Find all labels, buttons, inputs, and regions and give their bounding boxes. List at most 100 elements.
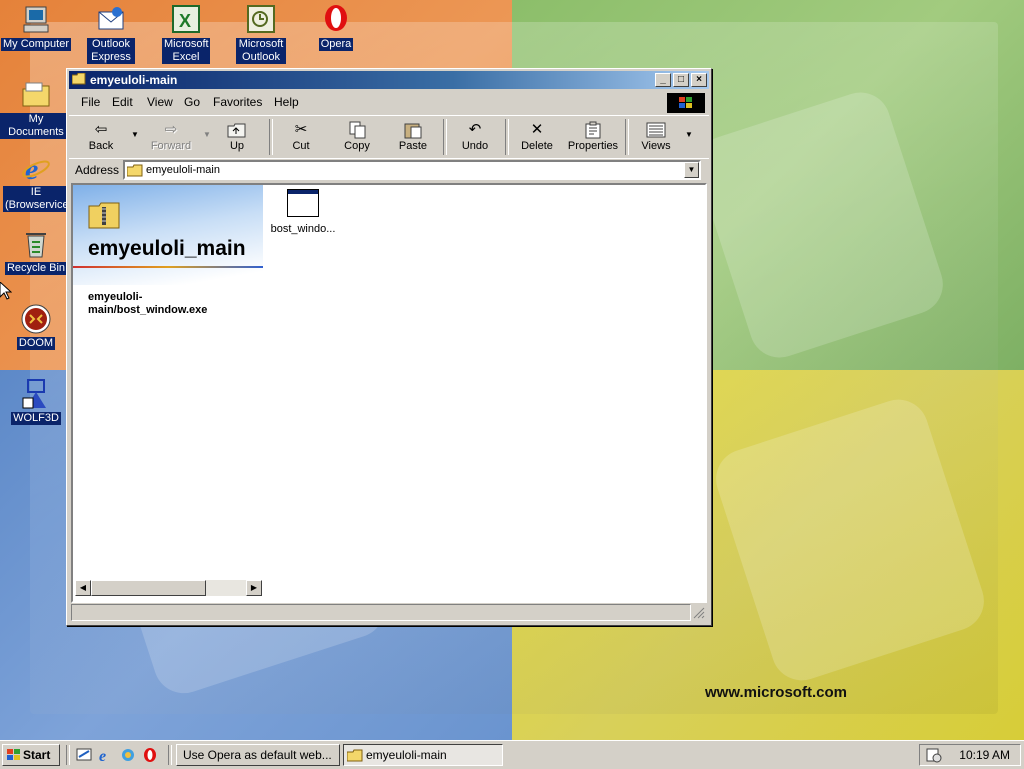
back-dropdown-icon[interactable]: ▼ [131,130,139,139]
toolbar-separator [505,119,509,155]
properties-button[interactable]: Properties [565,118,621,156]
opera-icon[interactable] [142,747,158,763]
undo-icon: ↶ [468,121,482,138]
close-button[interactable]: × [691,73,707,87]
opera-icon [320,4,352,36]
properties-icon [582,121,604,139]
minimize-button[interactable]: _ [655,73,671,87]
menu-edit[interactable]: Edit [112,95,133,109]
folder-icon [20,79,52,111]
taskbar-separator [66,745,70,765]
scrollbar-thumb[interactable] [91,580,206,596]
desktop-icon-outlook-express[interactable]: Outlook Express [75,4,147,64]
address-bar: Address emyeuloli-main ▼ [69,158,709,183]
toolbar-button-label: Forward [150,140,192,152]
channels-icon[interactable] [120,747,136,763]
desktop-icon-opera[interactable]: Opera [300,4,372,51]
status-pane [71,604,691,621]
address-label: Address [75,163,120,177]
undo-button[interactable]: ↶ Undo [453,118,497,156]
web-panel-background [73,185,263,285]
web-view-panel: emyeuloli_main emyeuloli-main/bost_windo… [73,185,263,601]
folder-title: emyeuloli_main [88,237,246,260]
forward-button[interactable]: ⇨ Forward [141,118,201,156]
scheduler-icon[interactable] [926,747,942,763]
windows-logo-icon [667,93,705,113]
start-button[interactable]: Start [2,744,60,766]
back-button[interactable]: ⇦ Back [75,118,127,156]
desktop-icon-my-computer[interactable]: My Computer [0,4,72,51]
window-titlebar[interactable]: emyeuloli-main _ □ × [69,71,709,89]
desktop-icon-doom[interactable]: DOOM [0,303,72,350]
file-item[interactable]: bost_windo... [263,189,343,235]
desktop-icon-outlook[interactable]: Microsoft Outlook [225,4,297,64]
menu-view[interactable]: View [147,95,173,109]
toolbar-button-label: Views [641,140,671,152]
desktop-icon-label: Outlook Express [87,38,135,64]
task-button-explorer[interactable]: emyeuloli-main [343,744,503,766]
svg-text:e: e [99,748,106,763]
cut-button[interactable]: ✂ Cut [279,118,323,156]
ie-icon: e [20,152,52,186]
menu-help[interactable]: Help [274,95,299,109]
taskbar: Start e Use Opera as default web... emye… [0,740,1024,769]
recycle-bin-icon [20,228,52,260]
address-dropdown-button[interactable]: ▼ [684,162,699,178]
task-label: Use Opera as default web... [183,748,332,762]
forward-dropdown-icon[interactable]: ▼ [203,130,211,139]
clock[interactable]: 10:19 AM [959,748,1010,762]
selected-file-path: emyeuloli-main/bost_window.exe [88,291,208,316]
menu-favorites[interactable]: Favorites [213,95,262,109]
task-label: emyeuloli-main [366,748,447,762]
scissors-icon: ✂ [294,121,308,138]
title-underline [73,266,263,268]
scroll-right-button[interactable]: ▶ [246,580,262,596]
toolbar-button-label: Back [88,140,114,152]
desktop-icon-label: My Computer [0,38,72,51]
desktop-icon-label: IE (Browservice) [3,186,73,212]
svg-text:X: X [179,11,191,31]
views-button[interactable]: Views [635,118,677,156]
desktop-icon-recycle-bin[interactable]: Recycle Bin [0,228,72,275]
desktop-icon-excel[interactable]: X Microsoft Excel [150,4,222,64]
toolbar-button-label: Undo [461,140,489,152]
address-input[interactable]: emyeuloli-main ▼ [123,160,701,180]
desktop-icon-label: My Documents [0,113,72,139]
outlook-express-icon [95,4,127,36]
delete-button[interactable]: ✕ Delete [515,118,559,156]
zip-folder-icon [88,202,120,229]
toolbar-separator [625,119,629,155]
views-icon [645,121,667,139]
toolbar-button-label: Properties [567,140,619,152]
microsoft-brand-text: www.microsoft.com [705,684,847,701]
desktop-icon-label: Microsoft Outlook [236,38,286,64]
desktop-icon-wolf3d[interactable]: WOLF3D [0,378,72,425]
toolbar-button-label: Up [229,140,245,152]
copy-icon [346,121,368,139]
forward-arrow-icon: ⇨ [164,121,178,138]
back-arrow-icon: ⇦ [94,121,108,138]
horizontal-scrollbar[interactable]: ◀ ▶ [75,580,262,596]
up-button[interactable]: Up [215,118,259,156]
desktop-icon-ie[interactable]: e IE (Browservice) [0,152,72,212]
toolbar: ⇦ Back ▼ ⇨ Forward ▼ Up ✂ Cut Copy Paste… [69,115,709,159]
menu-go[interactable]: Go [184,95,200,109]
desktop-icon-label: Microsoft Excel [162,38,210,64]
ie-icon[interactable]: e [98,747,114,763]
status-bar [71,604,707,622]
desktop-icon-label: Opera [318,38,354,51]
folder-content-pane: emyeuloli_main emyeuloli-main/bost_windo… [71,183,707,603]
computer-icon [20,4,52,36]
show-desktop-icon[interactable] [76,747,92,763]
maximize-button[interactable]: □ [673,73,689,87]
up-folder-icon [226,121,248,139]
desktop-icon-my-documents[interactable]: My Documents [0,79,72,139]
scroll-left-button[interactable]: ◀ [75,580,91,596]
resize-grip-icon[interactable] [693,607,705,619]
paste-button[interactable]: Paste [391,118,435,156]
menu-file[interactable]: File [81,95,100,109]
views-dropdown-icon[interactable]: ▼ [685,130,693,139]
copy-button[interactable]: Copy [335,118,379,156]
system-tray: 10:19 AM [919,744,1021,766]
task-button-opera-default[interactable]: Use Opera as default web... [176,744,340,766]
